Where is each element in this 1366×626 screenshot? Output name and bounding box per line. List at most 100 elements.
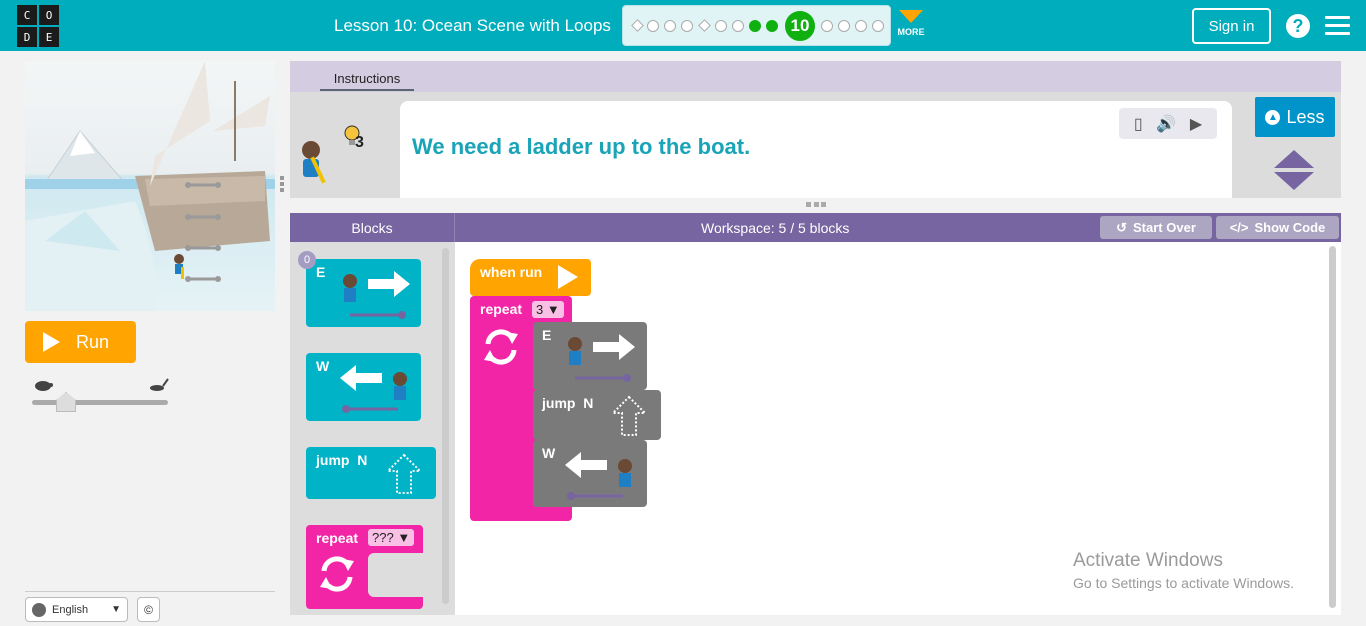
footer-divider bbox=[25, 591, 275, 592]
level-dot-complete[interactable] bbox=[749, 20, 761, 32]
level-dot[interactable] bbox=[681, 20, 693, 32]
more-button[interactable]: MORE bbox=[895, 8, 927, 37]
level-dot[interactable] bbox=[698, 19, 711, 32]
play-icon bbox=[43, 332, 60, 352]
current-level-bubble[interactable]: 10 bbox=[783, 9, 817, 43]
east-arrow-icon bbox=[568, 334, 635, 382]
rabbit-icon bbox=[150, 378, 169, 391]
block-label: repeat bbox=[480, 301, 523, 317]
level-dot[interactable] bbox=[732, 20, 744, 32]
undo-icon: ↺ bbox=[1116, 219, 1128, 235]
character-avatar bbox=[302, 141, 326, 184]
language-value: English bbox=[52, 603, 89, 616]
level-progress: 10 bbox=[622, 5, 891, 46]
when-run-block[interactable]: when run bbox=[470, 259, 591, 296]
level-dot[interactable] bbox=[821, 20, 833, 32]
run-button[interactable]: Run bbox=[25, 321, 136, 363]
workspace-title: Workspace: 5 / 5 blocks bbox=[701, 220, 850, 236]
show-code-label: Show Code bbox=[1254, 220, 1326, 235]
dropdown-value: 3 bbox=[536, 302, 544, 317]
repeat-count-dropdown[interactable]: ??? ▼ bbox=[368, 529, 415, 546]
move-east-block[interactable]: E bbox=[306, 259, 421, 327]
logo-letter: D bbox=[17, 27, 37, 47]
block-label: W bbox=[316, 358, 330, 374]
activate-windows-subtitle: Go to Settings to activate Windows. bbox=[1073, 575, 1294, 591]
loop-icon bbox=[484, 329, 518, 365]
west-arrow-icon bbox=[565, 452, 632, 500]
logo-letter: C bbox=[17, 5, 37, 25]
workspace-jump-north-block[interactable]: jump N bbox=[533, 390, 661, 440]
move-west-block[interactable]: W bbox=[306, 353, 421, 421]
repeat-block[interactable]: repeat ??? ▼ bbox=[306, 525, 423, 609]
start-over-label: Start Over bbox=[1133, 220, 1196, 235]
less-button[interactable]: ▲ Less bbox=[1255, 97, 1335, 137]
ocean-scene-illustration bbox=[25, 61, 275, 311]
logo-letter: O bbox=[39, 5, 59, 25]
volume-icon[interactable]: 🔊 bbox=[1156, 114, 1176, 134]
level-dot[interactable] bbox=[647, 20, 659, 32]
turtle-icon bbox=[35, 381, 53, 391]
block-label: jump N bbox=[316, 452, 368, 468]
hamburger-menu-icon[interactable] bbox=[1325, 16, 1350, 36]
east-arrow-icon bbox=[343, 271, 410, 319]
workspace-header: Workspace: 5 / 5 blocks ↺ Start Over </>… bbox=[455, 213, 1341, 242]
copyright-button[interactable]: © bbox=[137, 597, 160, 622]
dropdown-value: ??? bbox=[372, 530, 394, 545]
run-label: Run bbox=[76, 331, 110, 352]
hint-bulb[interactable]: 3 bbox=[341, 124, 371, 154]
more-label: MORE bbox=[897, 27, 925, 37]
repeat-count-dropdown[interactable]: 3 ▼ bbox=[532, 301, 564, 318]
resize-instructions-icon[interactable] bbox=[1274, 150, 1314, 190]
chevron-down-icon: ▼ bbox=[111, 604, 121, 615]
dashed-up-arrow-icon bbox=[386, 453, 422, 494]
workspace-move-west-block[interactable]: W bbox=[533, 440, 647, 507]
loop-icon bbox=[320, 556, 354, 592]
show-code-button[interactable]: </> Show Code bbox=[1216, 216, 1339, 239]
workspace-move-east-block[interactable]: E bbox=[533, 322, 647, 390]
tab-instructions[interactable]: Instructions bbox=[320, 67, 414, 91]
west-arrow-icon bbox=[340, 365, 407, 413]
panel-resize-handle[interactable] bbox=[280, 176, 286, 196]
block-label: E bbox=[316, 264, 326, 280]
code-icon: </> bbox=[1229, 220, 1249, 235]
jump-north-block[interactable]: jump N bbox=[306, 447, 436, 499]
workspace-scrollbar[interactable] bbox=[1329, 246, 1336, 608]
help-icon[interactable]: ? bbox=[1286, 14, 1310, 38]
language-select[interactable]: English ▼ bbox=[25, 597, 128, 622]
instructions-header bbox=[290, 61, 1341, 92]
sign-in-button[interactable]: Sign in bbox=[1192, 8, 1271, 44]
globe-icon bbox=[32, 602, 46, 617]
block-label: when run bbox=[480, 264, 543, 280]
level-dot[interactable] bbox=[715, 20, 727, 32]
block-label: E bbox=[542, 327, 552, 343]
level-dot[interactable] bbox=[872, 20, 884, 32]
play-icon bbox=[558, 265, 578, 289]
dashed-up-arrow-icon bbox=[611, 395, 647, 436]
code-org-logo[interactable]: C O D E bbox=[17, 5, 59, 47]
start-over-button[interactable]: ↺ Start Over bbox=[1100, 216, 1212, 239]
activate-windows-title: Activate Windows bbox=[1073, 550, 1223, 571]
level-dot[interactable] bbox=[631, 19, 644, 32]
less-label: Less bbox=[1286, 106, 1325, 127]
top-bar: C O D E Lesson 10: Ocean Scene with Loop… bbox=[0, 0, 1366, 51]
block-label: jump N bbox=[542, 395, 594, 411]
play-audio-icon[interactable]: ▶ bbox=[1190, 114, 1202, 134]
instructions-drag-handle[interactable] bbox=[806, 202, 826, 208]
logo-letter: E bbox=[39, 27, 59, 47]
chevron-up-icon: ▲ bbox=[1265, 109, 1281, 125]
level-dot-complete[interactable] bbox=[766, 20, 778, 32]
level-dot[interactable] bbox=[664, 20, 676, 32]
level-dot[interactable] bbox=[855, 20, 867, 32]
level-dot[interactable] bbox=[838, 20, 850, 32]
toolbox-scrollbar[interactable] bbox=[442, 248, 449, 604]
speed-slider[interactable] bbox=[32, 378, 170, 412]
more-arrow-icon bbox=[899, 10, 923, 23]
read-aloud-icon[interactable]: ▯ bbox=[1134, 114, 1143, 134]
audio-controls: ▯ 🔊 ▶ bbox=[1119, 108, 1217, 139]
repeat-slot bbox=[368, 553, 423, 597]
speed-thumb[interactable] bbox=[56, 392, 76, 412]
lesson-title[interactable]: Lesson 10: Ocean Scene with Loops bbox=[334, 16, 611, 36]
blocks-header: Blocks bbox=[290, 213, 455, 242]
play-area bbox=[25, 61, 275, 311]
block-count-badge: 0 bbox=[298, 251, 316, 269]
